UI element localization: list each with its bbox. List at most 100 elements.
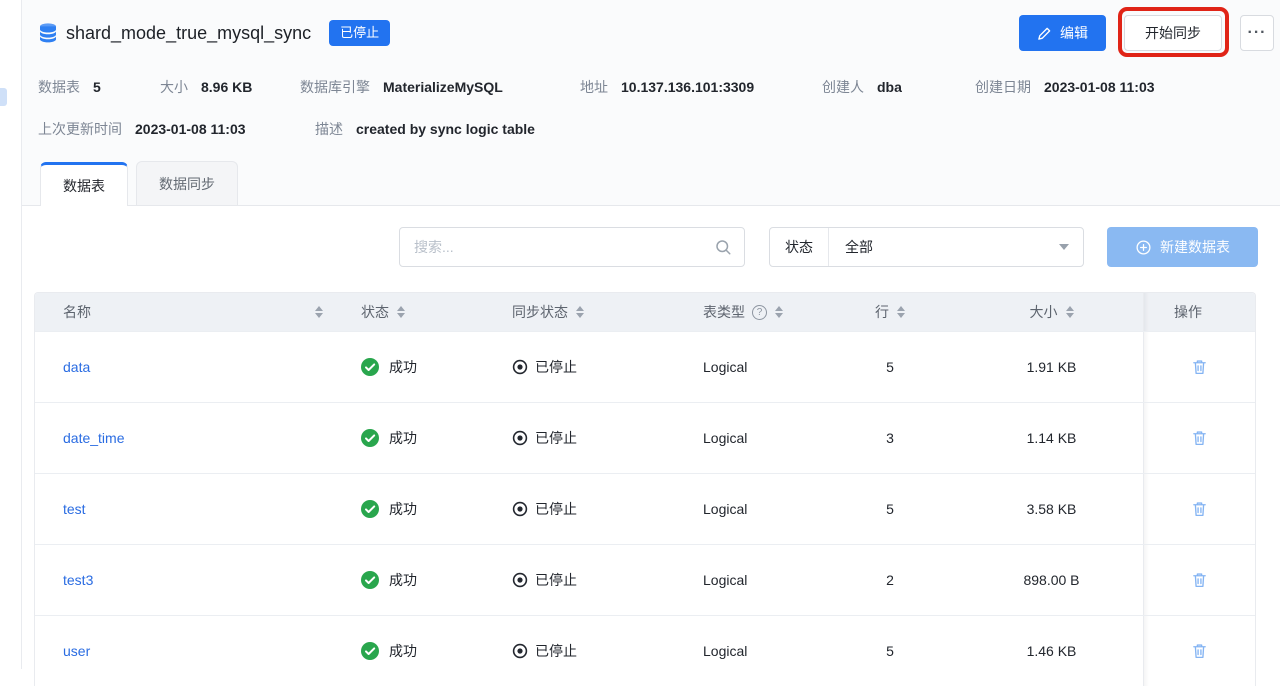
column-label: 状态 [361,304,389,320]
tab-data-tables[interactable]: 数据表 [40,162,128,206]
meta-value: 2023-01-08 11:03 [135,121,246,137]
column-header-sync-status[interactable]: 同步状态 [470,293,660,331]
column-header-size[interactable]: 大小 [960,293,1143,331]
table-type: Logical [703,501,748,517]
table-size: 898.00 B [1023,572,1080,588]
column-label: 同步状态 [512,304,568,320]
database-icon [40,23,56,43]
table-size: 1.14 KB [1026,430,1077,446]
start-sync-wrapper: 开始同步 [1118,7,1229,57]
table-type: Logical [703,643,748,659]
meta-value: created by sync logic table [356,121,535,137]
delete-button[interactable] [1187,425,1212,451]
status-filter-select[interactable]: 状态 全部 [769,227,1084,267]
table-row: test3 成功 已停止 Logical 2 898.00 B [35,544,1255,615]
trash-icon [1193,644,1206,659]
page-title: shard_mode_true_mysql_sync [66,22,312,43]
meta-value: 8.96 KB [201,79,253,95]
search-input[interactable] [399,227,745,267]
meta-label: 创建日期 [975,79,1031,95]
table-name-link[interactable]: test3 [63,572,93,588]
meta-engine: 数据库引擎 MaterializeMySQL [300,77,580,97]
edit-button[interactable]: 编辑 [1019,15,1106,51]
start-sync-button[interactable]: 开始同步 [1124,15,1222,51]
meta-label: 数据库引擎 [300,79,370,95]
left-sidebar-strip [0,0,22,669]
meta-label: 数据表 [38,79,80,95]
column-header-status[interactable]: 状态 [345,293,470,331]
sync-status-text: 已停止 [535,501,577,517]
table-name-link[interactable]: test [63,501,86,517]
success-check-icon [361,642,379,660]
meta-row-2: 上次更新时间 2023-01-08 11:03 描述 created by sy… [22,108,1280,150]
column-label: 大小 [1029,304,1058,320]
sort-icon [897,306,905,318]
success-check-icon [361,429,379,447]
table-toolbar: 状态 全部 新建数据表 [22,227,1280,267]
sidebar-scroll-indicator [0,88,7,106]
sort-icon [315,306,323,318]
stopped-record-icon [512,643,528,659]
table-type: Logical [703,430,748,446]
column-header-name[interactable]: 名称 [35,293,345,331]
help-icon[interactable]: ? [752,304,767,320]
meta-label: 大小 [160,79,188,95]
table-name-link[interactable]: data [63,359,90,375]
caret-down-icon [1059,244,1069,250]
delete-button[interactable] [1187,354,1212,380]
delete-button[interactable] [1187,496,1212,522]
search-icon [716,240,731,255]
row-count: 3 [886,430,894,446]
sort-icon [576,306,584,318]
table-name-link[interactable]: date_time [63,430,124,446]
meta-created-date: 创建日期 2023-01-08 11:03 [975,77,1155,97]
database-header-section: shard_mode_true_mysql_sync 已停止 编辑 开始同步 ·… [22,0,1280,206]
sync-status-text: 已停止 [535,430,577,446]
delete-button[interactable] [1187,567,1212,593]
trash-icon [1193,431,1206,446]
success-check-icon [361,358,379,376]
table-header-row: 名称 状态 同步状态 表类型 ? 行 大小 操作 [35,293,1255,331]
status-text: 成功 [389,643,417,659]
sync-status-text: 已停止 [535,643,577,659]
meta-label: 创建人 [822,79,864,95]
stopped-record-icon [512,572,528,588]
meta-value: MaterializeMySQL [383,79,503,95]
status-badge: 已停止 [329,20,391,46]
tab-content: 状态 全部 新建数据表 名称 状态 [22,227,1280,686]
more-options-button[interactable]: ··· [1240,15,1274,51]
search-box [399,227,745,267]
meta-label: 描述 [315,121,343,137]
table-row: data 成功 已停止 Logical 5 1.91 KB [35,331,1255,402]
start-sync-label: 开始同步 [1145,25,1201,41]
main-panel: shard_mode_true_mysql_sync 已停止 编辑 开始同步 ·… [22,0,1280,686]
column-header-rows[interactable]: 行 [820,293,960,331]
table-row: date_time 成功 已停止 Logical 3 1.14 KB [35,402,1255,473]
tab-data-sync[interactable]: 数据同步 [136,161,238,205]
sync-status-text: 已停止 [535,572,577,588]
stopped-record-icon [512,430,528,446]
meta-creator: 创建人 dba [822,77,975,97]
status-text: 成功 [389,359,417,375]
plus-circle-icon [1136,239,1151,255]
column-label: 名称 [63,304,91,320]
column-label: 行 [875,304,889,320]
stopped-record-icon [512,501,528,517]
delete-button[interactable] [1187,638,1212,664]
meta-value: 5 [93,79,101,95]
stopped-record-icon [512,359,528,375]
meta-label: 上次更新时间 [38,121,122,137]
trash-icon [1193,360,1206,375]
meta-value: dba [877,79,902,95]
create-table-button[interactable]: 新建数据表 [1107,227,1258,267]
column-header-table-type[interactable]: 表类型 ? [660,293,820,331]
trash-icon [1193,502,1206,517]
table-name-link[interactable]: user [63,643,90,659]
meta-description: 描述 created by sync logic table [315,119,535,139]
table-size: 3.58 KB [1026,501,1077,517]
data-tables-table: 名称 状态 同步状态 表类型 ? 行 大小 操作 data 成功 已停止 Log… [34,292,1256,686]
status-filter-label: 状态 [770,228,829,266]
success-check-icon [361,500,379,518]
title-row: shard_mode_true_mysql_sync 已停止 编辑 开始同步 ·… [22,0,1280,66]
edit-button-label: 编辑 [1060,25,1088,41]
